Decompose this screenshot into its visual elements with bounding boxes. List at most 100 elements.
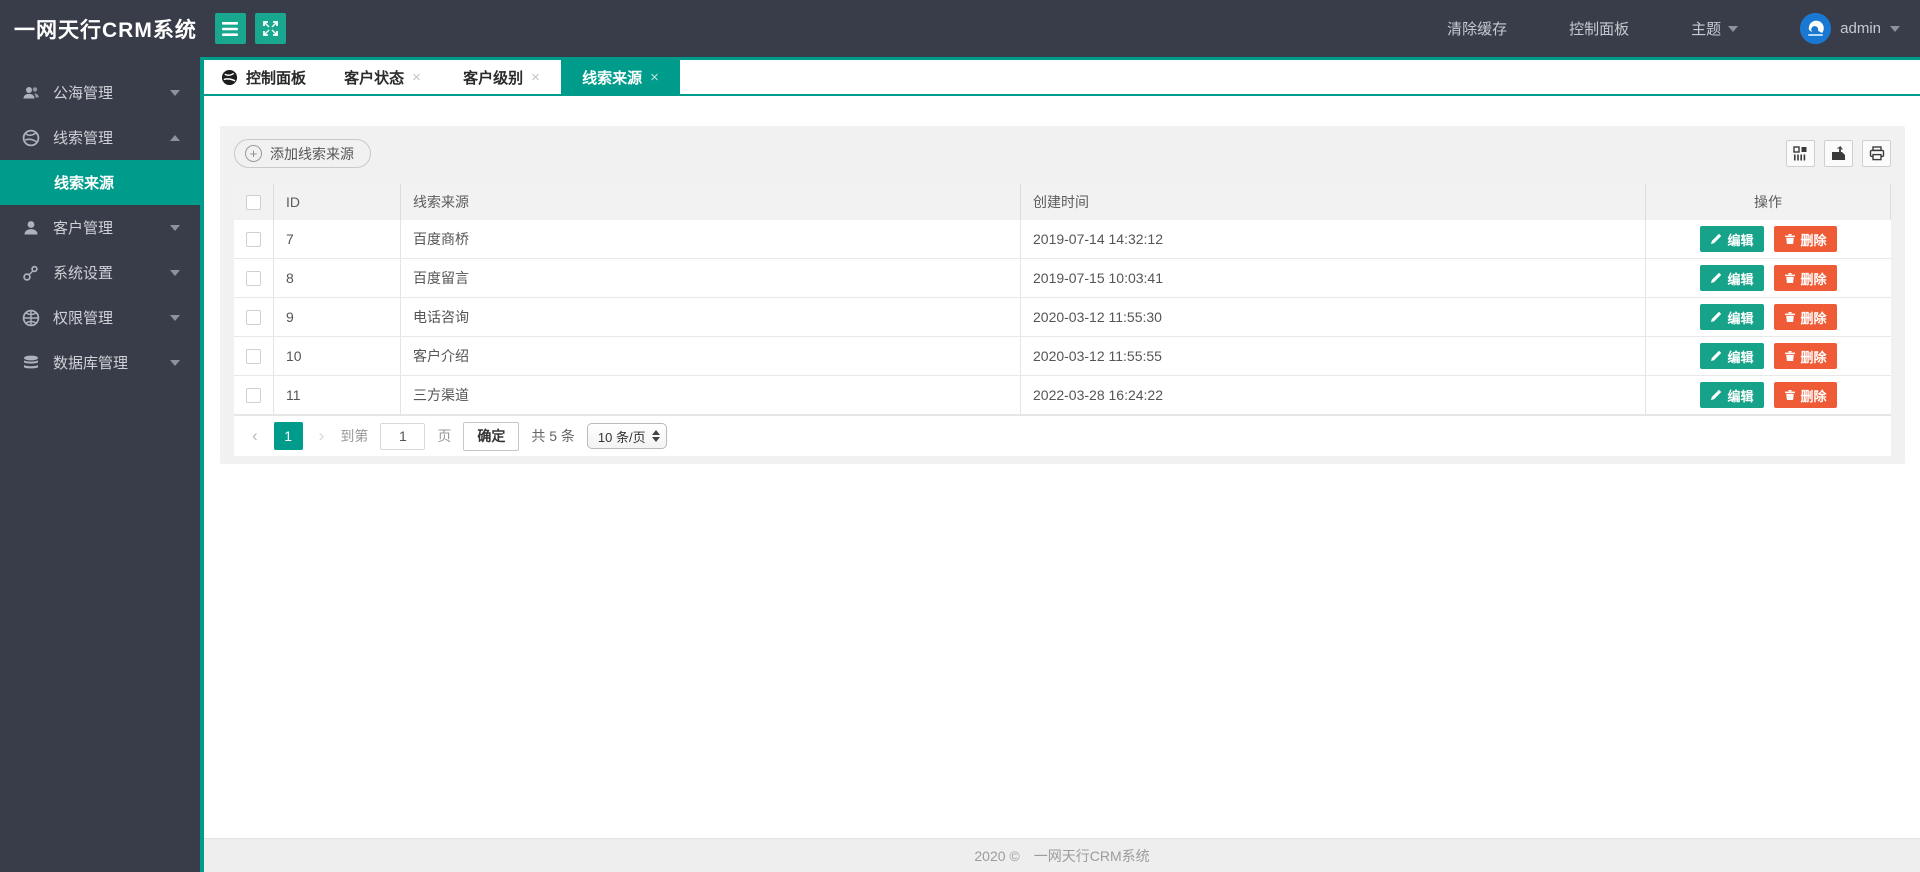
plus-circle-icon: + [245, 145, 262, 162]
edit-button[interactable]: 编辑 [1700, 226, 1763, 252]
page-content: + 添加线索来源 [204, 96, 1920, 838]
sidebar-item-database[interactable]: 数据库管理 [0, 340, 200, 385]
cell-created: 2020-03-12 11:55:55 [1021, 337, 1646, 375]
edit-button[interactable]: 编辑 [1700, 343, 1763, 369]
control-panel-link[interactable]: 控制面板 [1569, 18, 1629, 39]
cell-source: 客户介绍 [401, 337, 1021, 375]
theme-label: 主题 [1691, 18, 1721, 39]
top-header: 一网天行CRM系统 清除缓存 控制面板 主题 [0, 0, 1920, 57]
clear-cache-link[interactable]: 清除缓存 [1447, 18, 1507, 39]
table-row: 10 客户介绍 2020-03-12 11:55:55 编辑 删除 [234, 337, 1891, 376]
fullscreen-button[interactable] [255, 13, 286, 44]
database-icon [22, 354, 40, 372]
users-icon [22, 84, 40, 102]
cell-id: 8 [274, 259, 401, 297]
chevron-down-icon [170, 270, 180, 276]
delete-button[interactable]: 删除 [1774, 382, 1837, 408]
user-icon [22, 219, 40, 237]
header-source: 线索来源 [401, 184, 1021, 220]
layout: 公海管理 线索管理 线索来源 客户管理 [0, 57, 1920, 872]
cell-created: 2019-07-15 10:03:41 [1021, 259, 1646, 297]
chevron-down-icon [170, 360, 180, 366]
table-row: 8 百度留言 2019-07-15 10:03:41 编辑 删除 [234, 259, 1891, 298]
fullscreen-icon [263, 21, 278, 36]
close-icon[interactable]: × [412, 69, 421, 86]
close-icon[interactable]: × [650, 69, 659, 86]
confirm-button[interactable]: 确定 [463, 422, 519, 451]
sidebar-item-public-sea[interactable]: 公海管理 [0, 70, 200, 115]
cell-source: 三方渠道 [401, 376, 1021, 414]
cell-id: 10 [274, 337, 401, 375]
tab-customer-level[interactable]: 客户级别 × [442, 60, 561, 94]
sidebar-item-label: 线索管理 [53, 127, 113, 148]
table-row: 11 三方渠道 2022-03-28 16:24:22 编辑 删除 [234, 376, 1891, 415]
footer: 2020 © 一网天行CRM系统 [204, 838, 1920, 872]
cell-id: 9 [274, 298, 401, 336]
close-icon[interactable]: × [531, 69, 540, 86]
current-page-button[interactable]: 1 [274, 422, 303, 450]
sidebar-item-permissions[interactable]: 权限管理 [0, 295, 200, 340]
globe-icon [221, 69, 238, 86]
next-page-icon[interactable]: › [315, 426, 329, 446]
tab-customer-status[interactable]: 客户状态 × [323, 60, 442, 94]
globe-icon [22, 129, 40, 147]
delete-button[interactable]: 删除 [1774, 343, 1837, 369]
permissions-icon [22, 309, 40, 327]
select-arrows-icon [652, 430, 660, 442]
chevron-down-icon [1890, 26, 1900, 32]
sidebar-item-label: 数据库管理 [53, 352, 128, 373]
row-checkbox[interactable] [246, 271, 261, 286]
table-tools [1786, 140, 1891, 167]
prev-page-icon[interactable]: ‹ [248, 426, 262, 446]
username-label: admin [1840, 20, 1881, 37]
tab-label: 客户状态 [344, 67, 404, 88]
edit-button[interactable]: 编辑 [1700, 265, 1763, 291]
app-title: 一网天行CRM系统 [0, 14, 215, 44]
sidebar-item-label: 系统设置 [53, 262, 113, 283]
app-window: 一网天行CRM系统 清除缓存 控制面板 主题 [0, 0, 1920, 872]
sidebar-item-label: 客户管理 [53, 217, 113, 238]
user-menu[interactable]: admin [1800, 13, 1900, 44]
row-checkbox[interactable] [246, 388, 261, 403]
avatar [1800, 13, 1831, 44]
page-size-value: 10 条/页 [598, 427, 646, 446]
chevron-down-icon [1728, 26, 1738, 32]
edit-button[interactable]: 编辑 [1700, 304, 1763, 330]
sidebar-item-label: 公海管理 [53, 82, 113, 103]
print-icon[interactable] [1862, 140, 1891, 167]
total-count-label: 共 5 条 [531, 426, 575, 446]
cell-created: 2020-03-12 11:55:30 [1021, 298, 1646, 336]
sidebar-toggle-button[interactable] [215, 13, 246, 44]
hamburger-icon [222, 22, 238, 36]
row-checkbox[interactable] [246, 232, 261, 247]
tab-label: 线索来源 [582, 67, 642, 88]
theme-menu[interactable]: 主题 [1691, 18, 1738, 39]
tab-label: 控制面板 [246, 67, 306, 88]
row-checkbox[interactable] [246, 349, 261, 364]
delete-button[interactable]: 删除 [1774, 226, 1837, 252]
add-lead-source-button[interactable]: + 添加线索来源 [234, 139, 371, 168]
sidebar-item-leads[interactable]: 线索管理 [0, 115, 200, 160]
footer-text: 2020 © 一网天行CRM系统 [974, 846, 1149, 866]
goto-page-input[interactable] [380, 423, 425, 450]
delete-button[interactable]: 删除 [1774, 265, 1837, 291]
topbar-right: 清除缓存 控制面板 主题 admin [1447, 13, 1920, 44]
page-size-select[interactable]: 10 条/页 [587, 423, 667, 449]
sidebar-item-system-settings[interactable]: 系统设置 [0, 250, 200, 295]
sidebar-item-customers[interactable]: 客户管理 [0, 205, 200, 250]
columns-icon[interactable] [1786, 140, 1815, 167]
cell-id: 7 [274, 220, 401, 258]
panel-toolbar: + 添加线索来源 [234, 139, 1891, 168]
cell-source: 电话咨询 [401, 298, 1021, 336]
edit-button[interactable]: 编辑 [1700, 382, 1763, 408]
goto-prefix-label: 到第 [340, 426, 368, 446]
tab-lead-source[interactable]: 线索来源 × [561, 60, 680, 94]
tab-control-panel[interactable]: 控制面板 [204, 60, 323, 94]
select-all-checkbox[interactable] [246, 195, 261, 210]
cell-id: 11 [274, 376, 401, 414]
sidebar-subitem-lead-source[interactable]: 线索来源 [0, 160, 200, 205]
row-checkbox[interactable] [246, 310, 261, 325]
chevron-down-icon [170, 315, 180, 321]
delete-button[interactable]: 删除 [1774, 304, 1837, 330]
export-icon[interactable] [1824, 140, 1853, 167]
